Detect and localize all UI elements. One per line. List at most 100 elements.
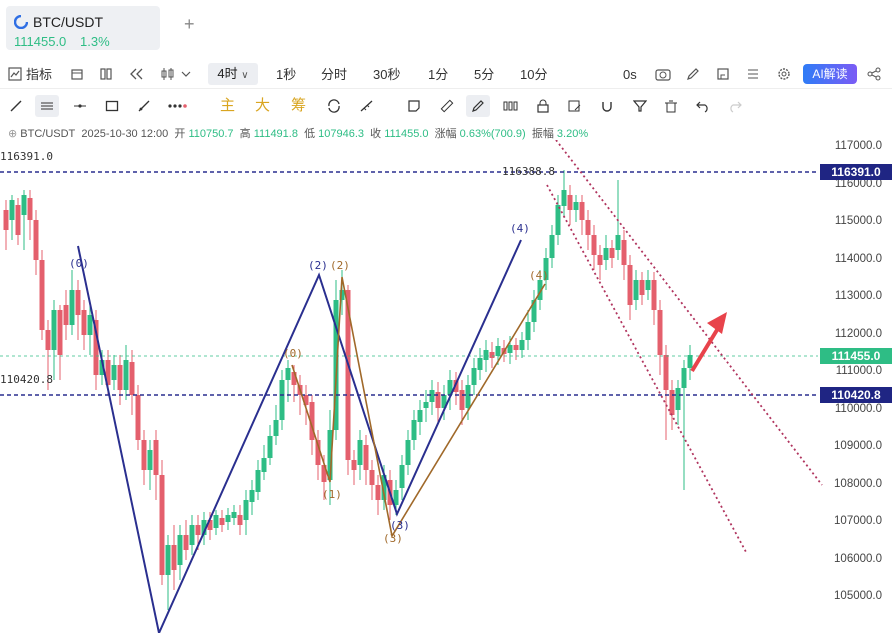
candle-body	[195, 525, 201, 535]
note-icon[interactable]	[407, 99, 421, 113]
replay-icon[interactable]	[128, 67, 144, 81]
indicators-button[interactable]: 指标	[26, 63, 52, 87]
symbol-change: 1.3%	[80, 34, 110, 49]
peak-price-label: 116388.8	[502, 165, 555, 178]
candle-body	[117, 365, 123, 390]
ohlc-info-line: ⊕ BTC/USDT 2025-10-30 12:00 开 110750.7 高…	[8, 125, 588, 141]
ai-interpret-button[interactable]: AI解读	[803, 64, 857, 84]
trend-line-icon[interactable]	[9, 99, 23, 113]
candle-body	[663, 355, 669, 390]
candle-body	[225, 515, 231, 522]
layout-icon[interactable]	[99, 67, 113, 81]
timeframe-1s[interactable]: 1秒	[276, 63, 296, 87]
undo-icon[interactable]	[696, 99, 710, 113]
candle-body	[69, 290, 75, 325]
candle-body	[183, 535, 189, 550]
close-value: 111455.0	[384, 128, 429, 140]
candle-body	[405, 440, 411, 465]
share-icon[interactable]	[867, 67, 881, 81]
wave-label-3: (3)	[390, 519, 410, 532]
channel-lower-line	[546, 184, 747, 553]
camera-icon[interactable]	[655, 67, 671, 81]
candle-body	[81, 310, 87, 335]
ruler-icon[interactable]	[440, 99, 454, 113]
indicator-icon[interactable]	[8, 67, 22, 81]
edit-list-icon[interactable]	[568, 99, 582, 113]
candle-body	[603, 248, 609, 260]
more-tools-icon[interactable]	[167, 99, 187, 113]
candle-body	[147, 450, 153, 470]
big-order-button[interactable]: 大	[255, 95, 270, 117]
candle-body	[465, 385, 471, 408]
magnet-tool[interactable]	[466, 95, 490, 117]
candle-body	[525, 322, 531, 340]
timeframe-1m[interactable]: 1分	[428, 63, 448, 87]
measure-icon[interactable]	[359, 99, 375, 113]
candle-body	[411, 420, 417, 440]
wave-label-0-alt: (0)	[283, 347, 303, 360]
amplitude-value: 3.20%	[556, 128, 589, 140]
candle-body	[273, 420, 279, 436]
redo-icon[interactable]	[728, 99, 742, 113]
candle-body	[399, 465, 405, 488]
amplitude-label: 振幅	[531, 128, 554, 140]
divider	[0, 88, 892, 89]
breakout-arrow-shaft	[690, 323, 722, 373]
timeframe-time[interactable]: 分时	[321, 63, 347, 87]
plus-icon[interactable]: +	[184, 14, 195, 35]
price-axis-tick: 117000.0	[834, 140, 882, 152]
candle-body	[471, 368, 477, 385]
alert-icon[interactable]	[716, 67, 730, 81]
candle-body	[609, 248, 615, 258]
left-support-label: 110420.8	[0, 373, 53, 386]
gear-icon[interactable]	[777, 67, 791, 81]
candle-body	[495, 346, 501, 356]
symbol-tab[interactable]: BTC/USDT 111455.0 1.3%	[6, 6, 160, 50]
price-axis-tick: 105000.0	[834, 590, 882, 602]
ray-icon[interactable]	[137, 99, 151, 113]
candle-body	[633, 280, 639, 300]
timeframe-5m[interactable]: 5分	[474, 63, 494, 87]
candle-body	[357, 440, 363, 465]
candle-body	[675, 388, 681, 410]
magnet-icon[interactable]	[600, 99, 614, 113]
candlestick-chart[interactable]	[0, 140, 892, 633]
lock-icon[interactable]	[536, 99, 550, 113]
bars-pattern-icon[interactable]	[503, 99, 519, 113]
low-value: 107946.3	[318, 128, 365, 140]
timeframe-10m[interactable]: 10分	[520, 63, 547, 87]
candle-body	[153, 440, 159, 475]
horizontal-ray-icon[interactable]	[73, 99, 87, 113]
pencil-icon[interactable]	[686, 67, 700, 81]
price-axis-tick: 106000.0	[834, 552, 882, 565]
left-high-label: 116391.0	[0, 150, 53, 163]
trash-icon[interactable]	[664, 99, 678, 113]
candle-body	[177, 535, 183, 565]
candle-body	[561, 190, 567, 206]
timeframe-30s[interactable]: 30秒	[373, 63, 400, 87]
price-axis-tick: 115000.0	[834, 215, 882, 227]
channel-upper-line	[555, 140, 823, 486]
filter-icon[interactable]	[633, 99, 647, 113]
change-value: 0.63%(700.9)	[459, 128, 526, 140]
list-settings-icon[interactable]	[746, 67, 760, 81]
candle-type-icon[interactable]	[160, 67, 176, 81]
candle-body	[681, 368, 687, 388]
rectangle-icon[interactable]	[105, 99, 119, 113]
candle-body	[87, 315, 93, 335]
timeframe-4h-button[interactable]: 4时 ∨	[208, 63, 258, 85]
candle-body	[579, 202, 585, 220]
symbol-price: 111455.0	[14, 34, 67, 49]
chip-distribution-button[interactable]: 筹	[291, 95, 306, 117]
candle-body	[285, 368, 291, 380]
main-chart-button[interactable]: 主	[220, 95, 235, 117]
chevron-down-icon[interactable]	[181, 70, 191, 78]
candle-body	[417, 410, 423, 422]
price-axis-tick: 109000.0	[834, 440, 882, 452]
horizontal-lines-tool[interactable]	[35, 95, 59, 117]
template-icon[interactable]	[70, 67, 84, 81]
candle-body	[507, 345, 513, 353]
collapse-icon[interactable]: ⊕	[8, 128, 17, 140]
candles-group	[3, 170, 693, 610]
sync-icon[interactable]	[327, 99, 341, 113]
